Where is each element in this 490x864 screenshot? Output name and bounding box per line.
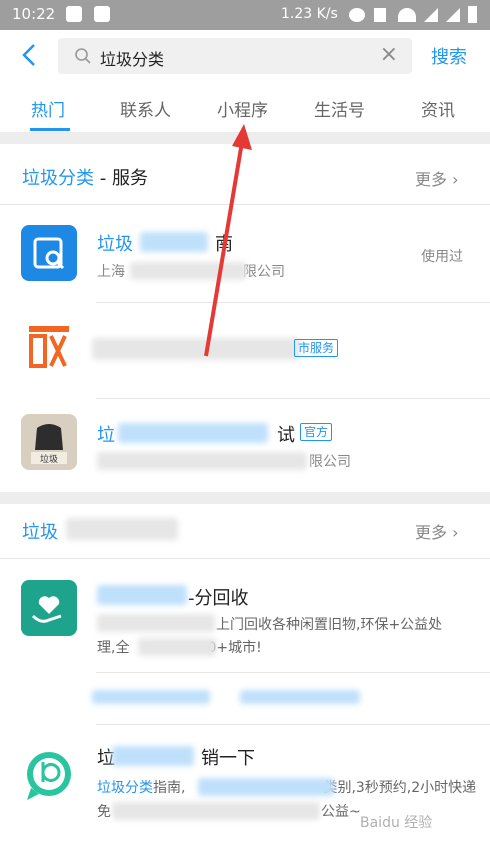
official-badge: 官方 xyxy=(300,423,333,441)
services-more-link[interactable]: 更多 › xyxy=(415,166,459,190)
redaction xyxy=(240,690,360,704)
divider xyxy=(0,204,490,205)
alarm-icon xyxy=(349,8,365,22)
vibrate-icon xyxy=(374,8,386,22)
redaction xyxy=(140,232,208,252)
app-avatar-2 xyxy=(21,320,77,376)
life-more-link[interactable]: 更多 › xyxy=(415,519,459,543)
redaction xyxy=(66,518,178,540)
services-section-title: 垃圾分类 - 服务 xyxy=(22,168,148,189)
battery-icon xyxy=(468,6,477,23)
search-button[interactable]: 搜索 xyxy=(431,43,467,69)
search-value: 垃圾分类 xyxy=(100,50,165,69)
wifi-icon xyxy=(398,8,416,22)
clear-icon[interactable]: × xyxy=(380,44,398,66)
redaction xyxy=(112,746,194,766)
app-avatar-1 xyxy=(21,225,77,281)
status-time: 10:22 xyxy=(12,5,56,23)
divider xyxy=(0,558,490,559)
redaction xyxy=(138,638,216,656)
life-avatar-1 xyxy=(21,580,77,636)
section-gap xyxy=(0,492,490,504)
message-icon xyxy=(66,6,82,22)
divider xyxy=(96,302,490,303)
redaction xyxy=(118,423,268,443)
redaction xyxy=(97,452,307,470)
tab-life-accounts[interactable]: 生活号 xyxy=(314,96,365,121)
image-icon xyxy=(94,6,110,22)
back-icon[interactable] xyxy=(20,42,46,70)
life-desc-1a: 上门回收各种闲置旧物,环保+公益处 xyxy=(216,617,443,633)
redaction xyxy=(198,778,334,796)
used-tag: 使用过 xyxy=(421,249,463,265)
divider xyxy=(96,724,490,725)
tab-contacts[interactable]: 联系人 xyxy=(120,96,171,121)
tab-news[interactable]: 资讯 xyxy=(421,96,455,121)
redaction xyxy=(92,338,300,360)
section-gap xyxy=(0,132,490,144)
tab-bar: 热门 联系人 小程序 生活号 资讯 xyxy=(0,84,490,132)
active-tab-indicator xyxy=(30,128,70,131)
signal-icon xyxy=(424,8,438,22)
service-badge-2: 市服务 xyxy=(294,339,339,357)
life-name-1: -分回收 xyxy=(188,588,249,609)
redaction xyxy=(112,802,320,820)
redaction xyxy=(97,585,187,605)
life-avatar-2 xyxy=(21,748,77,804)
tab-mini-programs[interactable]: 小程序 xyxy=(217,96,268,121)
divider xyxy=(96,672,490,673)
signal-icon-2 xyxy=(446,8,460,22)
tab-hot[interactable]: 热门 xyxy=(31,96,65,121)
life-section-title: 垃圾 xyxy=(22,522,58,543)
status-bar: 10:22 1.23 K/s xyxy=(0,0,490,30)
search-input[interactable]: 垃圾分类 × xyxy=(58,38,412,74)
divider xyxy=(96,398,490,399)
svg-text:垃圾: 垃圾 xyxy=(40,453,58,465)
redaction xyxy=(97,614,215,632)
search-header: 垃圾分类 × 搜索 xyxy=(0,30,490,84)
redaction xyxy=(92,690,210,704)
app-avatar-3: 垃圾 xyxy=(21,414,77,470)
search-icon xyxy=(75,48,91,64)
network-speed: 1.23 K/s xyxy=(281,6,338,22)
baidu-watermark: Baidu 经验 xyxy=(360,815,433,831)
redaction xyxy=(130,262,246,280)
